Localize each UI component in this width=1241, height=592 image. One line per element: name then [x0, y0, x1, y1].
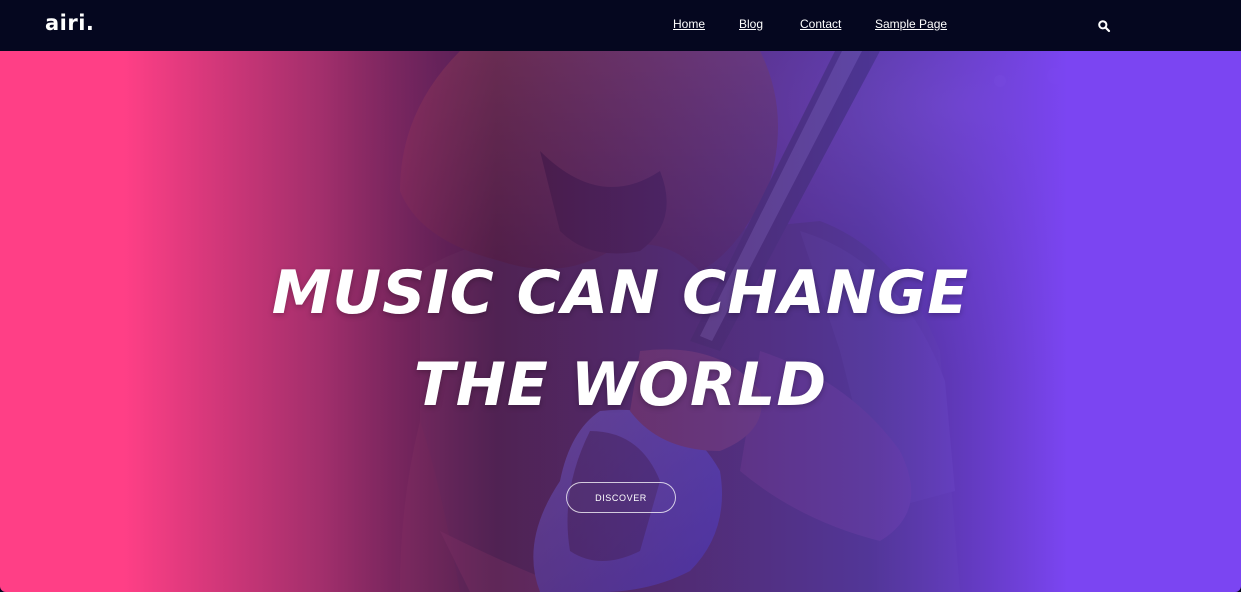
nav-home[interactable]: Home	[673, 17, 705, 31]
search-icon[interactable]	[1097, 19, 1111, 33]
nav-sample-page[interactable]: Sample Page	[875, 17, 947, 31]
discover-button[interactable]: DISCOVER	[566, 482, 676, 513]
hero-headline: MUSIC CAN CHANGE THE WORLD	[0, 247, 1241, 431]
headline-line-1: MUSIC CAN CHANGE	[271, 258, 970, 328]
nav-contact[interactable]: Contact	[800, 17, 841, 31]
nav-blog[interactable]: Blog	[739, 17, 763, 31]
hero-section: MUSIC CAN CHANGE THE WORLD DISCOVER	[0, 51, 1241, 592]
headline-line-2: THE WORLD	[413, 350, 828, 420]
site-header: airi. Home Blog Contact Sample Page	[0, 0, 1241, 51]
site-logo[interactable]: airi.	[45, 11, 94, 35]
